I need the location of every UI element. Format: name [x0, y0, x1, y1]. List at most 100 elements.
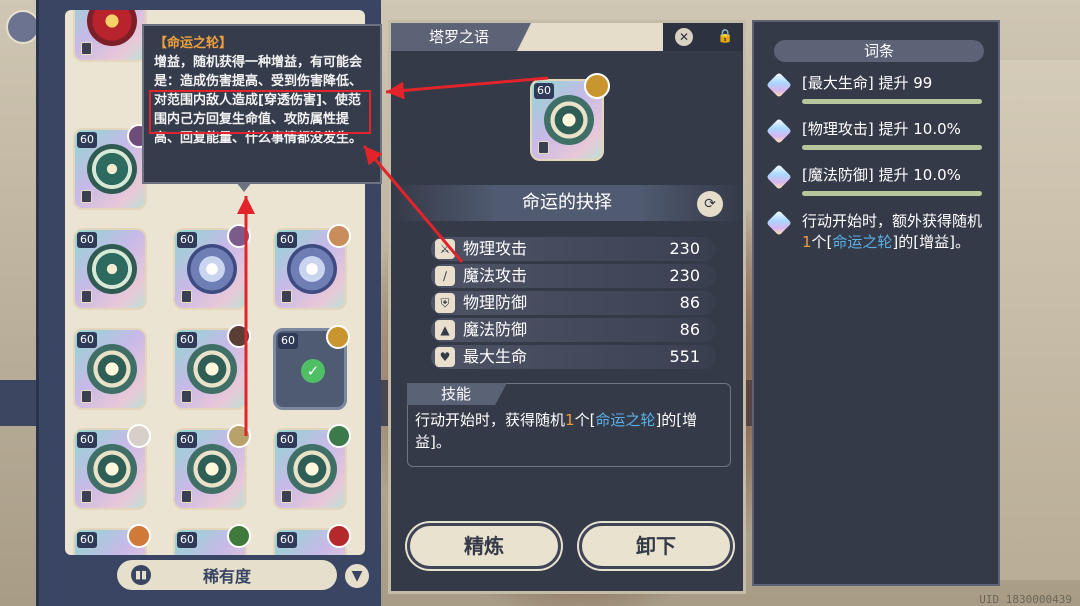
tooltip-title: 【命运之轮】 [154, 36, 233, 51]
card-item[interactable]: 60 [173, 324, 251, 410]
character-avatar [227, 224, 251, 248]
lock-icon [81, 490, 92, 503]
attribute-effect: 行动开始时，额外获得随机 1个[命运之轮]的[增益]。 [802, 211, 982, 253]
stat-row: ⛨ 物理防御 86 [431, 291, 716, 315]
diamond-gem-icon [766, 72, 792, 98]
lock-icon [538, 141, 549, 154]
card-item[interactable]: 60 [73, 124, 151, 210]
character-avatar [327, 224, 351, 248]
rarity-label: 稀有度 [202, 567, 251, 586]
diamond-gem-icon [766, 210, 792, 236]
detail-title: 塔罗之语 [391, 23, 531, 51]
close-icon[interactable]: ✕ [675, 28, 693, 46]
lock-icon [181, 390, 192, 403]
stat-value: 230 [669, 239, 700, 258]
refine-button[interactable]: 精炼 [407, 523, 561, 569]
wand-icon: ∕ [435, 266, 455, 286]
effect-text-part: ]的[增益]。 [892, 233, 970, 251]
card-item[interactable]: 60 [73, 424, 151, 510]
stat-name: 最大生命 [463, 347, 528, 366]
skill-text-part: 个[ [574, 411, 596, 429]
card-emblem-icon [287, 244, 337, 294]
stat-name: 物理防御 [463, 293, 528, 312]
stat-value: 230 [669, 266, 700, 285]
card-level: 60 [277, 532, 297, 548]
selected-card-preview: 60 [530, 73, 610, 161]
card-item[interactable]: 60 [173, 424, 251, 510]
stat-name: 魔法攻击 [463, 266, 528, 285]
unequip-button[interactable]: 卸下 [579, 523, 733, 569]
card-item[interactable]: 60 [173, 524, 251, 555]
buff-link[interactable]: 命运之轮 [832, 233, 892, 251]
lock-icon [181, 290, 192, 303]
lock-icon[interactable]: 🔒 [717, 29, 733, 45]
character-avatar [326, 325, 350, 349]
attribute-bar [802, 99, 982, 104]
back-button[interactable] [6, 10, 40, 44]
skill-tag: 技能 [407, 383, 507, 405]
card-item[interactable]: 60 [273, 424, 351, 510]
heart-icon: ♥ [435, 347, 455, 367]
refresh-button[interactable]: ⟳ [697, 191, 723, 217]
diamond-gem-icon [766, 118, 792, 144]
card-level: 60 [77, 332, 97, 348]
stat-row: ⚔ 物理攻击 230 [431, 237, 716, 261]
stat-value: 551 [669, 347, 700, 366]
filter-button[interactable]: ▼ [342, 561, 372, 591]
card-item[interactable]: 60 [173, 224, 251, 310]
attribute-entry: [物理攻击] 提升 10.0% [802, 120, 961, 138]
attribute-bar [802, 145, 982, 150]
card-level: 60 [177, 232, 197, 248]
skill-text-part: 行动开始时，获得随机 [415, 411, 566, 429]
card-emblem-icon [87, 244, 137, 294]
stat-value: 86 [679, 293, 700, 312]
card-emblem-icon [87, 10, 137, 46]
card-item[interactable]: 60 [73, 328, 147, 410]
card-emblem-icon [544, 95, 594, 145]
attribute-bar [802, 191, 982, 196]
lock-icon [281, 490, 292, 503]
stat-name: 物理攻击 [463, 239, 528, 258]
uid-label: UID 1830000439 [979, 593, 1072, 606]
highlight-box [149, 90, 371, 134]
header-actions: ✕ 🔒 [663, 23, 743, 51]
character-avatar [227, 524, 251, 548]
card-level: 60 [277, 432, 297, 448]
card-level: 60 [177, 332, 197, 348]
sword-icon: ⚔ [435, 239, 455, 259]
card-emblem-icon [187, 444, 237, 494]
diamond-gem-icon [766, 164, 792, 190]
lock-icon [181, 490, 192, 503]
card-item-selected[interactable]: 60 ✓ [273, 325, 350, 410]
card-level: 60 [277, 232, 297, 248]
card-emblem-icon [87, 344, 137, 394]
attribute-entry: [魔法防御] 提升 10.0% [802, 166, 961, 184]
skill-count: 1 [565, 411, 575, 429]
lock-icon [81, 42, 92, 55]
card-level: 60 [77, 432, 97, 448]
rarity-sort-button[interactable]: ▮▮ 稀有度 [117, 560, 337, 590]
card-emblem-icon [287, 444, 337, 494]
lock-icon [281, 290, 292, 303]
card-item[interactable]: 60 [273, 524, 351, 555]
card-level: 60 [77, 232, 97, 248]
shield-icon: ⛨ [435, 293, 455, 313]
refresh-icon: ⟳ [704, 196, 716, 212]
card-item[interactable]: 60 [273, 224, 351, 310]
attributes-header: 词条 [774, 40, 984, 62]
effect-text-part: 行动开始时，额外获得随机 [802, 212, 983, 230]
buff-link[interactable]: 命运之轮 [595, 411, 655, 429]
card-item[interactable]: 60 [73, 228, 147, 310]
stat-value: 86 [679, 320, 700, 339]
character-avatar [327, 524, 351, 548]
character-avatar [127, 424, 151, 448]
card-level: 60 [534, 83, 554, 99]
card-item[interactable]: 60 [73, 524, 151, 555]
card-emblem-icon [87, 444, 137, 494]
card-name: 命运的抉择 [391, 185, 743, 221]
filter-icon: ▼ [351, 568, 363, 584]
tooltip-pointer [236, 182, 252, 192]
card-item[interactable] [73, 10, 147, 62]
card-emblem-icon [187, 244, 237, 294]
lock-icon [81, 190, 92, 203]
